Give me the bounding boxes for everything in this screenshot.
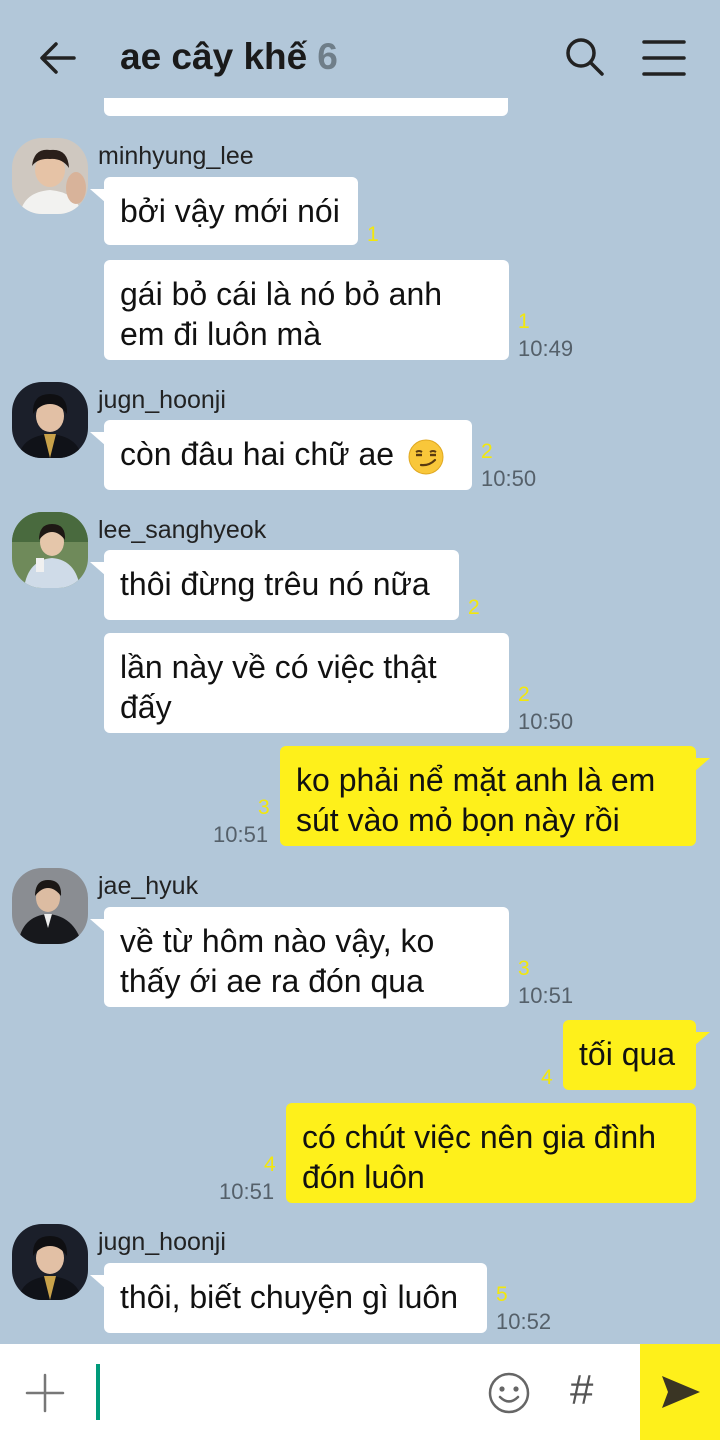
message-bubble[interactable]: thôi, biết chuyện gì luôn (90, 1263, 487, 1333)
previous-message-bubble (104, 98, 508, 116)
message-text: thôi, biết chuyện gì luôn (120, 1279, 459, 1315)
emoji-button[interactable] (486, 1370, 532, 1416)
my-message-bubble[interactable]: có chút việc nên gia đình đón luôn (286, 1103, 696, 1203)
search-icon (566, 38, 604, 76)
avatar-minhyung-lee[interactable] (12, 138, 88, 214)
unread-count: 2 (468, 596, 480, 619)
message-text: bởi vậy mới nói (120, 193, 340, 229)
message-time: 10:51 (518, 983, 574, 1008)
message-text: lần này về có việc thật đấy (120, 649, 437, 725)
emoji-icon (488, 1372, 530, 1414)
unread-count: 3 (518, 957, 530, 980)
message-text: còn đâu hai chữ ae (120, 436, 395, 472)
message-bubble[interactable]: còn đâu hai chữ ae (90, 420, 472, 490)
message-time: 10:52 (496, 1309, 552, 1334)
member-count: 6 (317, 36, 338, 77)
message-bubble[interactable]: bởi vậy mới nói (90, 177, 358, 245)
unread-count: 3 (258, 796, 270, 819)
hash-icon: # (570, 1366, 594, 1413)
message-time: 10:49 (518, 336, 574, 361)
send-icon (662, 1376, 700, 1408)
avatar-jugn-hoonji[interactable] (12, 382, 88, 458)
plus-icon (25, 1373, 65, 1413)
unread-count: 4 (264, 1153, 276, 1176)
avatar-lee-sanghyeok[interactable] (12, 512, 88, 588)
chat-name: ae cây khế (120, 36, 308, 77)
sender-name: jugn_hoonji (98, 386, 226, 414)
sender-name: lee_sanghyeok (98, 516, 267, 544)
message-text: có chút việc nên gia đình đón luôn (302, 1119, 657, 1195)
message-time: 10:51 (213, 822, 269, 847)
message-time: 10:51 (219, 1179, 275, 1204)
message-bubble[interactable]: thôi đừng trêu nó nữa (90, 550, 459, 620)
message-time: 10:50 (481, 466, 537, 491)
unread-count: 2 (481, 440, 493, 463)
arrow-left-icon (40, 42, 76, 74)
message-bubble[interactable]: về từ hôm nào vậy, ko thấy ới ae ra đón … (90, 907, 509, 1007)
message-text: gái bỏ cái là nó bỏ anh em đi luôn mà (120, 276, 443, 352)
my-message-bubble[interactable]: tối qua (563, 1020, 710, 1090)
my-message-bubble[interactable]: ko phải nể mặt anh là em sút vào mỏ bọn … (280, 746, 710, 846)
avatar-jae-hyuk[interactable] (12, 868, 88, 944)
send-button[interactable] (640, 1344, 720, 1440)
sender-name: jae_hyuk (98, 872, 199, 900)
menu-button[interactable] (640, 36, 688, 80)
unread-count: 2 (518, 683, 530, 706)
search-button[interactable] (562, 34, 608, 80)
message-text: về từ hôm nào vậy, ko thấy ới ae ra đón … (120, 923, 435, 999)
unread-count: 1 (518, 310, 530, 333)
unread-count: 5 (496, 1283, 508, 1306)
unread-count: 4 (541, 1066, 553, 1089)
hashtag-button[interactable]: # (570, 1366, 593, 1414)
message-time: 10:50 (518, 709, 574, 734)
message-text: tối qua (579, 1036, 676, 1072)
back-button[interactable] (34, 34, 82, 82)
message-input-bar: # (0, 1344, 720, 1440)
attach-button[interactable] (24, 1372, 66, 1414)
message-bubble[interactable]: gái bỏ cái là nó bỏ anh em đi luôn mà (104, 260, 509, 360)
sender-name: jugn_hoonji (98, 1228, 226, 1256)
smirk-emoji-icon (408, 439, 444, 475)
chat-title: ae cây khế 6 (120, 36, 338, 78)
hamburger-menu-icon (642, 40, 686, 76)
message-text: ko phải nể mặt anh là em sút vào mỏ bọn … (296, 762, 656, 838)
message-text: thôi đừng trêu nó nữa (120, 566, 430, 602)
sender-name: minhyung_lee (98, 142, 254, 170)
message-bubble[interactable]: lần này về có việc thật đấy (104, 633, 509, 733)
unread-count: 1 (367, 223, 379, 246)
avatar-jugn-hoonji[interactable] (12, 1224, 88, 1300)
message-input-field[interactable] (96, 1364, 100, 1420)
